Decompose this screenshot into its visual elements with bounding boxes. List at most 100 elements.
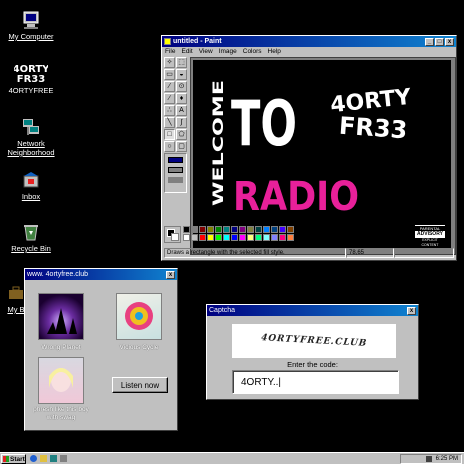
color-swatch[interactable] xyxy=(255,226,262,233)
desktop-icon-network[interactable]: Network Neighborhood xyxy=(1,117,61,157)
menu-edit[interactable]: Edit xyxy=(181,48,192,55)
free-select-icon[interactable]: ✧ xyxy=(164,57,175,68)
color-swatch[interactable] xyxy=(191,226,198,233)
color-swatch[interactable] xyxy=(279,234,286,241)
4orty-logo-icon: 4ORTY FR33 xyxy=(13,62,51,85)
pencil-icon[interactable]: ∕ xyxy=(164,93,175,104)
color-swatch[interactable] xyxy=(231,234,238,241)
color-swatch[interactable] xyxy=(215,234,222,241)
magnifier-icon[interactable]: ⊙ xyxy=(176,81,187,92)
channels-icon[interactable] xyxy=(60,455,67,462)
desktop-icon-4ortyfree[interactable]: 4ORTY FR33 4ORTYFREE xyxy=(1,62,61,95)
fill-icon[interactable]: ◒ xyxy=(176,69,187,80)
rounded-rect-icon[interactable]: ▢ xyxy=(176,141,187,152)
paint-menubar: File Edit View Image Colors Help xyxy=(162,47,456,56)
select-icon[interactable]: ⬚ xyxy=(176,57,187,68)
line-icon[interactable]: ╲ xyxy=(164,117,175,128)
cursor-coords: 78,65 xyxy=(346,248,394,258)
fill-style-outline[interactable] xyxy=(168,157,183,163)
color-swatch[interactable] xyxy=(191,234,198,241)
desktop-icon[interactable] xyxy=(50,455,57,462)
club-window[interactable]: www. 4ortyfree.club x Wrong Planet Vicio… xyxy=(24,268,178,431)
color-swatch[interactable] xyxy=(255,234,262,241)
color-swatch[interactable] xyxy=(271,226,278,233)
color-swatch[interactable] xyxy=(183,226,190,233)
fill-style-box[interactable] xyxy=(164,153,187,193)
status-text: Draws a rectangle with the selected fill… xyxy=(164,248,346,258)
color-swatch[interactable] xyxy=(271,234,278,241)
desktop-icon-inbox[interactable]: Inbox xyxy=(1,170,61,201)
windows-logo-icon xyxy=(3,456,9,462)
brush-icon[interactable]: ♦ xyxy=(176,93,187,104)
canvas-welcome-text: WELCOME xyxy=(211,80,227,206)
album-caption-phresh: phresh like this boy with swag xyxy=(33,406,89,421)
captcha-input[interactable]: 4ORTY..| xyxy=(232,370,399,394)
captcha-window[interactable]: Captcha x 4ORTYFREE.CLUB Enter the code:… xyxy=(206,304,419,400)
paint-canvas[interactable]: WELCOME TO 4ORTY FR33 RADIO PARENTAL ADV… xyxy=(193,60,451,248)
menu-help[interactable]: Help xyxy=(268,48,281,55)
eraser-icon[interactable]: ▭ xyxy=(164,69,175,80)
vicious-cycle-cover[interactable] xyxy=(116,293,162,340)
color-swatch[interactable] xyxy=(287,234,294,241)
maximize-button[interactable]: □ xyxy=(435,37,444,46)
phresh-cover[interactable] xyxy=(38,357,84,404)
inbox-icon xyxy=(21,170,41,190)
polygon-icon[interactable]: ⬠ xyxy=(176,129,187,140)
paint-window[interactable]: untitled - Paint _ □ x File Edit View Imag… xyxy=(161,35,457,261)
paint-titlebar[interactable]: untitled - Paint _ □ x xyxy=(162,36,456,47)
paint-statusbar: Draws a rectangle with the selected fill… xyxy=(164,248,454,258)
color-swatch[interactable] xyxy=(215,226,222,233)
color-swatch[interactable] xyxy=(223,226,230,233)
club-titlebar[interactable]: www. 4ortyfree.club x xyxy=(25,269,177,280)
close-button[interactable]: x xyxy=(166,270,175,279)
color-swatch[interactable] xyxy=(223,234,230,241)
airbrush-icon[interactable]: ∴ xyxy=(164,105,175,116)
color-swatch[interactable] xyxy=(247,226,254,233)
color-swatch[interactable] xyxy=(239,226,246,233)
ellipse-icon[interactable]: ○ xyxy=(164,141,175,152)
color-swatch[interactable] xyxy=(207,226,214,233)
close-button[interactable]: x xyxy=(407,306,416,315)
close-button[interactable]: x xyxy=(445,37,454,46)
clock[interactable]: 6:25 PM xyxy=(436,456,458,462)
menu-colors[interactable]: Colors xyxy=(243,48,262,55)
picker-icon[interactable]: ⁄ xyxy=(164,81,175,92)
captcha-input-value: 4ORTY..| xyxy=(241,377,282,388)
desktop-icon-my-computer[interactable]: My Computer xyxy=(1,10,61,41)
status-empty-cell xyxy=(394,248,454,258)
captcha-titlebar[interactable]: Captcha x xyxy=(207,305,418,316)
wrong-planet-cover[interactable] xyxy=(38,293,84,340)
desktop-icon-recycle-bin[interactable]: Recycle Bin xyxy=(1,222,61,253)
menu-view[interactable]: View xyxy=(199,48,213,55)
color-swatch[interactable] xyxy=(199,234,206,241)
start-button[interactable]: Start xyxy=(1,454,26,464)
fill-style-filled[interactable] xyxy=(168,177,183,183)
color-swatch[interactable] xyxy=(279,226,286,233)
captcha-code-text: 4ORTYFREE.CLUB xyxy=(259,333,369,349)
color-swatch[interactable] xyxy=(287,226,294,233)
color-swatch[interactable] xyxy=(231,226,238,233)
taskbar: Start 6:25 PM xyxy=(0,452,464,464)
color-swatch[interactable] xyxy=(263,234,270,241)
outlook-icon[interactable] xyxy=(40,455,47,462)
color-swatch[interactable] xyxy=(207,234,214,241)
ie-icon[interactable] xyxy=(30,455,37,462)
listen-now-button[interactable]: Listen now xyxy=(112,377,168,393)
color-swatch[interactable] xyxy=(247,234,254,241)
curve-icon[interactable]: ∫ xyxy=(176,117,187,128)
menu-file[interactable]: File xyxy=(165,48,175,55)
color-swatch[interactable] xyxy=(183,234,190,241)
fill-style-filled-outline[interactable] xyxy=(168,167,183,173)
speaker-icon[interactable] xyxy=(425,456,432,462)
color-swatch[interactable] xyxy=(199,226,206,233)
text-icon[interactable]: A xyxy=(176,105,187,116)
rectangle-icon[interactable]: □ xyxy=(164,129,175,140)
minimize-button[interactable]: _ xyxy=(425,37,434,46)
color-swatch[interactable] xyxy=(239,234,246,241)
album-caption-wrong-planet: Wrong Planet xyxy=(41,344,81,351)
color-swatch[interactable] xyxy=(263,226,270,233)
current-colors[interactable] xyxy=(164,226,181,243)
system-tray: 6:25 PM xyxy=(400,454,462,464)
computer-icon xyxy=(21,10,41,30)
menu-image[interactable]: Image xyxy=(219,48,237,55)
